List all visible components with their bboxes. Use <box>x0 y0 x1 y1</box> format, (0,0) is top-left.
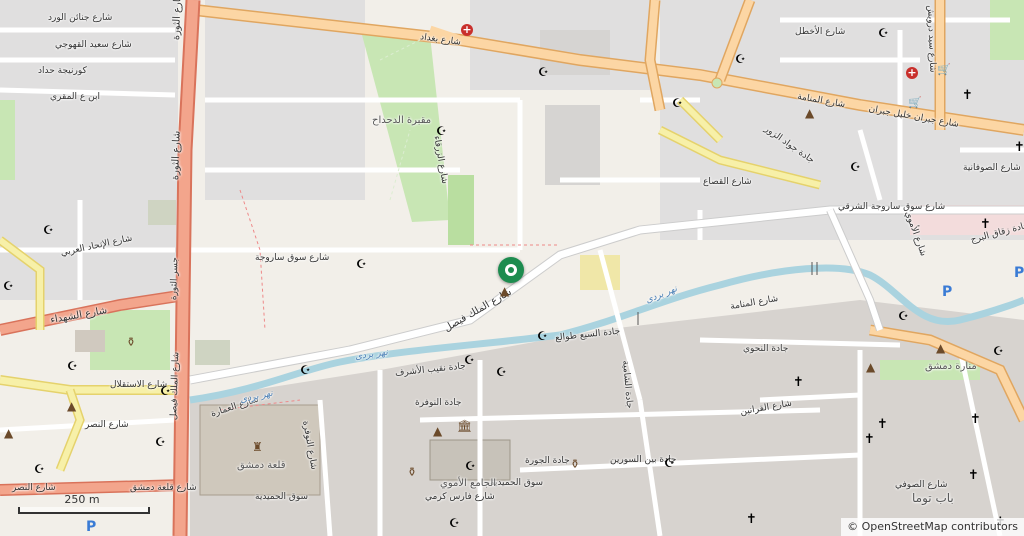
street-label: شارع القصاع <box>703 177 752 187</box>
street-label: جسر الثورة <box>169 256 181 301</box>
hospital-icon[interactable]: + <box>906 67 918 79</box>
monument-icon[interactable]: ▲ <box>500 285 509 297</box>
mosque-icon[interactable]: ☪ <box>67 360 78 372</box>
mosque-icon[interactable]: ☪ <box>449 517 460 529</box>
street-label: جادة النوفرة <box>415 398 462 408</box>
street-label: شارع الصوفانية <box>963 163 1021 173</box>
street-label: شارع الثورة <box>171 0 184 41</box>
mosque-icon[interactable]: ☪ <box>43 224 54 236</box>
hospital-icon[interactable]: + <box>461 24 473 36</box>
mosque-icon[interactable]: ☪ <box>993 345 1004 357</box>
church-icon[interactable]: ✝ <box>968 469 979 482</box>
street-label: شارع سوق ساروجة الشرقي <box>838 202 946 212</box>
church-icon[interactable]: ✝ <box>864 433 875 446</box>
amphora-icon[interactable]: ⚱ <box>407 466 417 478</box>
attribution[interactable]: © OpenStreetMap contributors <box>841 518 1024 536</box>
mosque-icon[interactable]: ☪ <box>436 125 447 137</box>
location-marker-icon[interactable] <box>498 257 524 283</box>
street-label: شارع قلعة دمشق <box>130 483 197 493</box>
map-canvas[interactable]: شارع بغداد شارع الثورة شارع الثورة جسر ا… <box>0 0 1024 536</box>
mosque-icon[interactable]: ☪ <box>300 364 311 376</box>
monument-icon[interactable]: ▲ <box>866 361 875 373</box>
street-label: شارع سوق ساروجة <box>255 253 330 263</box>
museum-icon[interactable]: 🏛 <box>457 420 472 432</box>
monument-icon[interactable]: ▲ <box>936 342 945 354</box>
street-label: كورنيجة حداد <box>38 66 87 76</box>
mosque-icon[interactable]: ☪ <box>664 457 675 469</box>
street-label: شارع الثورة <box>170 130 183 181</box>
church-icon[interactable]: ✝ <box>793 376 804 389</box>
mosque-icon[interactable]: ☪ <box>465 460 476 472</box>
church-icon[interactable]: ✝ <box>962 89 973 102</box>
mosque-icon[interactable]: ☪ <box>538 66 549 78</box>
street-label: ابن ع المقري <box>50 92 100 102</box>
mosque-icon[interactable]: ☪ <box>464 354 475 366</box>
monument-icon[interactable]: ▲ <box>805 107 814 119</box>
amphora-icon[interactable]: ⚱ <box>126 336 136 348</box>
mosque-icon[interactable]: ☪ <box>878 27 889 39</box>
mosque-icon[interactable]: ☪ <box>735 53 746 65</box>
mosque-icon[interactable]: ☪ <box>672 97 683 109</box>
street-label: شارع فارس كرمي <box>425 492 495 502</box>
street-label: شارع الصوفي <box>895 480 948 490</box>
amphora-icon[interactable]: ⚱ <box>570 458 580 470</box>
shop-icon[interactable]: 🛒 <box>937 64 951 76</box>
monument-icon[interactable]: ▲ <box>4 427 13 439</box>
place-label: قلعة دمشق <box>237 460 286 471</box>
mosque-icon[interactable]: ☪ <box>356 258 367 270</box>
scale-bar: 250 m <box>12 493 152 515</box>
street-label: شارع النصر <box>85 420 129 430</box>
street-label: جادة الجورة <box>525 456 570 466</box>
place-label: مقبرة الدحداح <box>372 115 432 126</box>
street-label: جادة النحوي <box>743 344 789 354</box>
mosque-icon[interactable]: ☪ <box>496 366 507 378</box>
citadel-icon[interactable]: ♜ <box>252 441 263 453</box>
mosque-icon[interactable]: ☪ <box>537 330 548 342</box>
mosque-icon[interactable]: ☪ <box>34 463 45 475</box>
mosque-icon[interactable]: ☪ <box>898 310 909 322</box>
mosque-icon[interactable]: ☪ <box>3 280 14 292</box>
street-label: شارع الأخطل <box>795 27 846 37</box>
street-label: سوق الحميدية <box>490 478 544 488</box>
church-icon[interactable]: ✝ <box>877 418 888 431</box>
parking-icon[interactable]: P <box>1014 266 1024 280</box>
monument-icon[interactable]: ▲ <box>67 400 76 412</box>
parking-icon[interactable]: P <box>942 285 952 299</box>
mosque-icon[interactable]: ☪ <box>850 161 861 173</box>
monument-icon[interactable]: ▲ <box>433 425 442 437</box>
place-label: باب توما <box>912 491 954 505</box>
shop-icon[interactable]: 🛒 <box>908 97 922 109</box>
street-label: شارع سعيد القهوجي <box>55 40 132 50</box>
street-label: شارع جنائن الورد <box>48 13 113 23</box>
church-icon[interactable]: ✝ <box>970 413 981 426</box>
mosque-icon[interactable]: ☪ <box>160 385 171 397</box>
mosque-icon[interactable]: ☪ <box>155 436 166 448</box>
street-label: شارع الاستقلال <box>110 380 168 390</box>
place-label: الجامع الأموي <box>440 478 497 489</box>
church-icon[interactable]: ✝ <box>1014 141 1024 154</box>
church-icon[interactable]: ✝ <box>746 513 757 526</box>
parking-icon[interactable]: P <box>86 520 96 534</box>
church-icon[interactable]: ✝ <box>980 218 991 231</box>
street-label: شارع النصر <box>12 483 56 493</box>
street-label: سوق الحميدية <box>255 492 309 502</box>
scale-line <box>18 507 150 514</box>
scale-label: 250 m <box>64 493 100 506</box>
place-label: منارة دمشق <box>925 361 977 372</box>
